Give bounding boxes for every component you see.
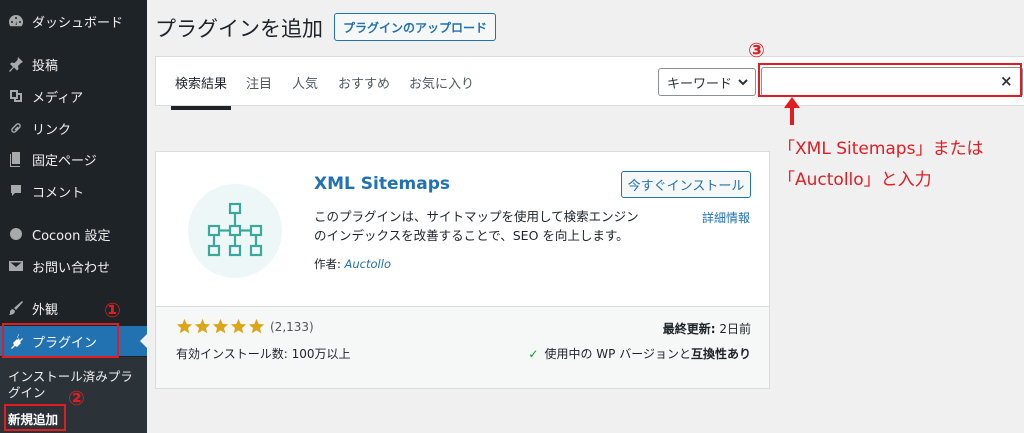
search-type-value: キーワード: [667, 76, 733, 92]
page-title: プラグインを追加: [155, 17, 323, 41]
plugin-author: 作者: Auctollo: [314, 256, 391, 272]
star-icon: [176, 318, 193, 335]
sidebar-item-label: お問い合わせ: [32, 260, 111, 276]
sidebar-item-label: 外観: [32, 302, 59, 318]
tab-recommended[interactable]: おすすめ: [338, 73, 390, 92]
star-icon: [194, 318, 211, 335]
media-icon: [8, 88, 24, 104]
sidebar-item-label: コメント: [32, 185, 85, 201]
sidebar-item-label: メディア: [32, 90, 84, 106]
submenu-installed-line2: グイン: [8, 385, 46, 400]
sidebar-item-comments[interactable]: コメント: [0, 176, 147, 206]
link-icon: [8, 120, 24, 136]
last-updated: 最終更新: 2日前: [663, 320, 751, 337]
author-link[interactable]: Auctollo: [345, 257, 391, 271]
more-details-link[interactable]: 詳細情報: [702, 209, 750, 226]
sidebar-item-media[interactable]: メディア: [0, 81, 147, 111]
annotation-arrow-shaft: [790, 106, 794, 125]
plugin-card: XML Sitemaps 今すぐインストール 詳細情報 このプラグインは、サイト…: [155, 151, 770, 389]
install-now-button[interactable]: 今すぐインストール: [621, 171, 751, 198]
tab-favorites[interactable]: お気に入り: [409, 73, 474, 92]
page-icon: [8, 151, 24, 167]
pin-icon: [8, 56, 24, 72]
sidebar-item-pages[interactable]: 固定ページ: [0, 144, 147, 174]
annotation-box-search: [758, 63, 1022, 97]
tab-search-results[interactable]: 検索結果: [170, 73, 232, 110]
annotation-box-add-new: [4, 404, 66, 431]
annotation-number-3: ③: [748, 38, 765, 62]
annotation-note-line1: 「XML Sitemaps」または: [778, 139, 984, 159]
active-menu-arrow: [140, 333, 148, 349]
tab-popular[interactable]: 人気: [292, 73, 318, 92]
sidebar-item-label: リンク: [32, 122, 72, 138]
submenu-installed-line1: インストール済みプラ: [8, 369, 133, 384]
sidebar-item-label: ダッシュボード: [32, 15, 124, 31]
sitemap-icon: [188, 184, 282, 278]
star-icon: [212, 318, 229, 335]
compat-prefix: 使用中の WP バージョンと: [544, 347, 691, 361]
comment-icon: [8, 183, 24, 199]
sidebar-item-label: 投稿: [32, 58, 59, 74]
author-label: 作者:: [314, 257, 341, 271]
admin-sidebar: ダッシュボード 投稿 メディア リンク 固定ページ コメント Cocoon 設定…: [0, 0, 148, 433]
sidebar-item-cocoon-settings[interactable]: Cocoon 設定: [0, 219, 147, 249]
sidebar-item-label: Cocoon 設定: [32, 228, 111, 244]
checkmark-icon: ✓: [528, 346, 539, 361]
sidebar-item-label: 固定ページ: [32, 153, 97, 169]
sidebar-item-posts[interactable]: 投稿: [0, 49, 147, 79]
annotation-number-2: ②: [68, 386, 85, 410]
star-icon: [248, 318, 265, 335]
plugin-name-link[interactable]: XML Sitemaps: [314, 174, 450, 194]
last-updated-label: 最終更新:: [662, 322, 716, 336]
dashboard-icon: [8, 13, 24, 29]
annotation-number-1: ①: [104, 298, 121, 322]
chevron-down-icon: [738, 79, 748, 86]
brush-icon: [8, 300, 24, 316]
rating-count: (2,133): [270, 319, 314, 334]
active-installs: 有効インストール数: 100万以上: [176, 347, 351, 361]
cocoon-icon: [8, 226, 24, 242]
last-updated-value: 2日前: [719, 322, 751, 336]
tab-featured[interactable]: 注目: [246, 73, 272, 92]
compatibility-status: ✓ 使用中の WP バージョンと 互換性あり: [528, 345, 751, 362]
plugin-description: このプラグインは、サイトマップを使用して検索エンジンのインデックスを改善すること…: [314, 209, 639, 243]
sidebar-item-links[interactable]: リンク: [0, 113, 147, 143]
star-icon: [230, 318, 247, 335]
sidebar-item-contact[interactable]: お問い合わせ: [0, 251, 147, 281]
upload-plugin-button[interactable]: プラグインのアップロード: [334, 13, 497, 41]
search-type-select[interactable]: キーワード: [658, 68, 756, 96]
mail-icon: [8, 258, 24, 274]
annotation-box-plugins: [2, 323, 119, 358]
compat-status: 互換性あり: [690, 347, 751, 361]
sidebar-item-dashboard[interactable]: ダッシュボード: [0, 6, 147, 36]
annotation-note-line2: 「Auctollo」と入力: [778, 170, 932, 190]
sidebar-item-appearance[interactable]: 外観: [0, 293, 147, 323]
star-rating: (2,133): [176, 318, 314, 335]
